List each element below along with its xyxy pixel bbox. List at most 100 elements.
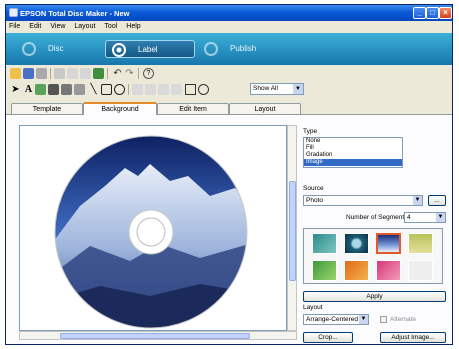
align-icon[interactable] — [132, 84, 143, 95]
segments-select[interactable]: 4 ▼ — [404, 212, 446, 223]
disc-center-hole — [136, 217, 166, 247]
print-icon[interactable] — [36, 68, 47, 79]
line-tool-icon[interactable]: ╲ — [88, 84, 99, 95]
counter-tool-icon[interactable] — [61, 84, 72, 95]
segments-value: 4 — [407, 214, 411, 221]
canvas-vertical-scrollbar[interactable] — [287, 125, 297, 331]
design-canvas[interactable] — [19, 125, 287, 331]
image-thumbnail[interactable] — [312, 233, 337, 254]
background-settings-panel: Type None Fill Gradation Image Source Ph… — [298, 122, 450, 344]
type-option-none[interactable]: None — [304, 138, 402, 145]
drawing-toolbar: ➤ A ╲ Show All ▼ — [6, 82, 452, 99]
barcode-tool-icon[interactable] — [48, 84, 59, 95]
help-icon[interactable]: ? — [143, 68, 154, 79]
tab-strip: Template Background Edit Item Layout — [6, 102, 452, 115]
publish-mode-icon — [204, 42, 218, 56]
source-value: Photo — [306, 197, 323, 204]
toolbar-separator — [50, 68, 51, 79]
crop-button[interactable]: Crop... — [303, 332, 353, 343]
cut-icon[interactable] — [54, 68, 65, 79]
disc-mode-icon — [22, 42, 36, 56]
image-thumbnail[interactable] — [344, 260, 369, 281]
type-option-image[interactable]: Image — [304, 159, 402, 166]
image-thumbnail[interactable] — [408, 260, 433, 281]
chevron-down-icon[interactable]: ▼ — [293, 84, 303, 94]
apply-button[interactable]: Apply — [303, 291, 446, 302]
shape-tool-icon[interactable] — [74, 84, 85, 95]
rotate-tool-icon[interactable] — [198, 84, 209, 95]
menu-layout[interactable]: Layout — [74, 21, 95, 33]
image-thumbnail[interactable] — [408, 233, 433, 254]
tab-edit-item[interactable]: Edit Item — [157, 103, 229, 114]
source-label: Source — [303, 185, 324, 192]
browse-button[interactable]: ... — [428, 195, 446, 206]
type-option-gradation[interactable]: Gradation — [304, 152, 402, 159]
menu-tool[interactable]: Tool — [104, 21, 117, 33]
group-icon[interactable] — [158, 84, 169, 95]
menu-help[interactable]: Help — [126, 21, 140, 33]
insert-icon[interactable] — [93, 68, 104, 79]
tab-background[interactable]: Background — [83, 102, 157, 115]
canvas-horizontal-scrollbar[interactable] — [19, 331, 297, 340]
toolbar-separator — [128, 84, 129, 95]
image-thumbnail[interactable] — [376, 260, 401, 281]
select-arrow-icon[interactable]: ➤ — [10, 84, 21, 95]
redo-icon[interactable]: ↷ — [124, 68, 135, 79]
text-tool-icon[interactable]: A — [23, 84, 34, 95]
scroll-thumb[interactable] — [60, 333, 250, 339]
close-button[interactable]: × — [439, 7, 452, 19]
tab-template[interactable]: Template — [11, 103, 83, 114]
adjust-image-button[interactable]: Adjust Image... — [380, 332, 446, 343]
menu-file[interactable]: File — [9, 21, 20, 33]
mode-publish[interactable]: Publish — [204, 40, 274, 58]
type-list[interactable]: None Fill Gradation Image — [303, 137, 403, 168]
rectangle-tool-icon[interactable] — [101, 84, 112, 95]
type-label: Type — [303, 128, 318, 135]
toolbar-separator — [107, 68, 108, 79]
new-icon[interactable] — [10, 68, 21, 79]
layout-value: Arrange-Centered — [306, 316, 359, 323]
undo-icon[interactable]: ↶ — [112, 68, 123, 79]
copy-icon[interactable] — [67, 68, 78, 79]
ungroup-icon[interactable] — [171, 84, 182, 95]
label-mode-icon — [112, 43, 126, 57]
app-icon — [9, 8, 18, 17]
disc-preview — [54, 135, 248, 329]
distribute-icon[interactable] — [145, 84, 156, 95]
maximize-button[interactable]: □ — [426, 7, 439, 19]
type-option-fill[interactable]: Fill — [304, 145, 402, 152]
mode-disc[interactable]: Disc — [22, 40, 82, 58]
show-all-select[interactable]: Show All ▼ — [250, 83, 304, 95]
mode-publish-label: Publish — [230, 44, 257, 53]
scroll-thumb[interactable] — [289, 181, 296, 281]
alternate-checkbox[interactable] — [380, 316, 387, 323]
alternate-label: Alternate — [390, 316, 417, 323]
image-thumbnail-grid — [303, 228, 443, 284]
crop-tool-icon[interactable] — [185, 84, 196, 95]
mode-label-label: Label — [138, 45, 158, 54]
chevron-down-icon[interactable]: ▼ — [413, 196, 422, 205]
tab-layout[interactable]: Layout — [229, 103, 301, 114]
mode-label[interactable]: Label — [105, 40, 195, 58]
source-select[interactable]: Photo ▼ — [303, 195, 423, 206]
ellipse-tool-icon[interactable] — [114, 84, 125, 95]
image-thumbnail[interactable] — [312, 260, 337, 281]
menu-bar: File Edit View Layout Tool Help — [6, 21, 452, 33]
mode-disc-label: Disc — [48, 44, 64, 53]
title-bar: EPSON Total Disc Maker - New _ □ × — [6, 5, 452, 21]
paste-icon[interactable] — [80, 68, 91, 79]
minimize-button[interactable]: _ — [413, 7, 426, 19]
menu-edit[interactable]: Edit — [29, 21, 41, 33]
show-all-value: Show All — [253, 85, 278, 92]
image-thumbnail-selected[interactable] — [376, 233, 401, 254]
mode-bar: Disc Label Publish — [6, 33, 452, 65]
chevron-down-icon[interactable]: ▼ — [359, 315, 368, 324]
menu-view[interactable]: View — [50, 21, 65, 33]
app-window: EPSON Total Disc Maker - New _ □ × File E… — [5, 4, 453, 345]
layout-select[interactable]: Arrange-Centered ▼ — [303, 314, 369, 325]
image-tool-icon[interactable] — [35, 84, 46, 95]
save-icon[interactable] — [23, 68, 34, 79]
layout-label: Layout — [303, 304, 323, 311]
image-thumbnail[interactable] — [344, 233, 369, 254]
chevron-down-icon[interactable]: ▼ — [436, 213, 445, 222]
